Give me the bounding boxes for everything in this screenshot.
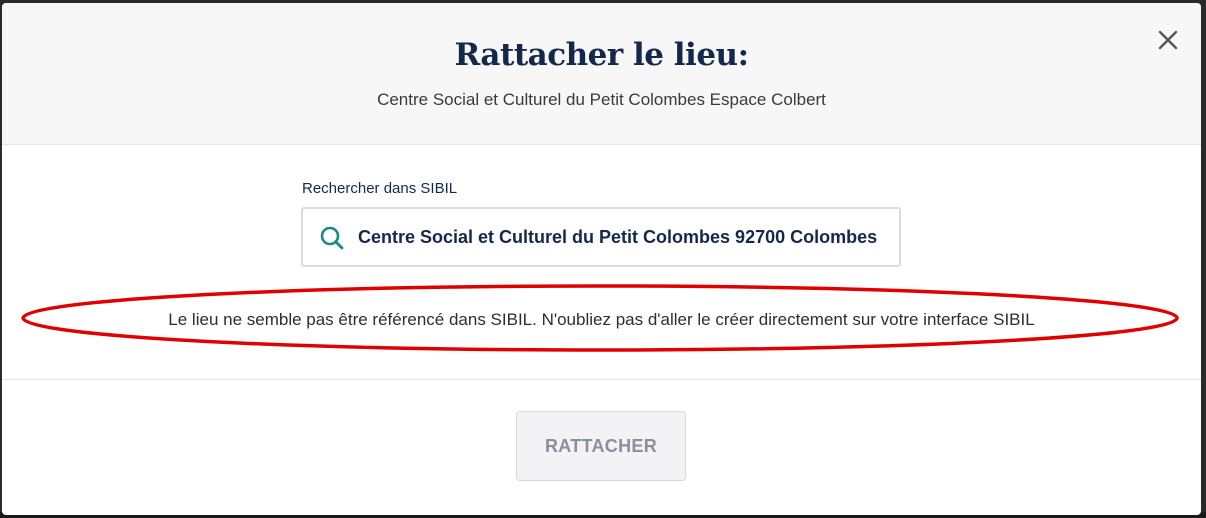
modal-title: Rattacher le lieu:	[454, 37, 749, 73]
close-icon	[1158, 30, 1178, 50]
close-button[interactable]	[1155, 27, 1181, 53]
attach-button[interactable]: RATTACHER	[516, 411, 686, 481]
search-input[interactable]	[358, 209, 878, 265]
footer-divider	[2, 379, 1201, 380]
attach-place-modal: Rattacher le lieu: Centre Social et Cult…	[2, 3, 1201, 515]
modal-subtitle: Centre Social et Culturel du Petit Colom…	[377, 90, 826, 109]
search-box[interactable]	[301, 207, 901, 267]
search-label: Rechercher dans SIBIL	[302, 180, 458, 197]
not-found-warning: Le lieu ne semble pas être référencé dan…	[168, 310, 1035, 329]
modal-header: Rattacher le lieu: Centre Social et Cult…	[2, 3, 1201, 145]
search-icon	[320, 226, 344, 250]
